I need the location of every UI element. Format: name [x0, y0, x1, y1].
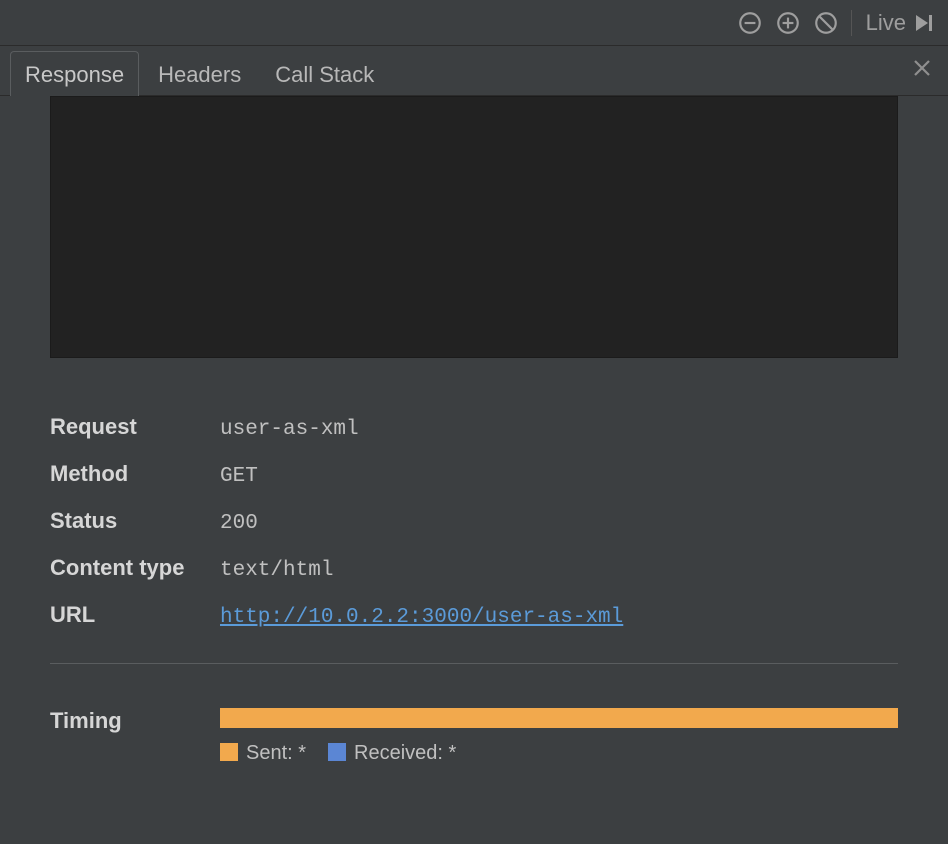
sent-swatch-icon [220, 743, 238, 761]
plus-circle-icon [775, 10, 801, 36]
skip-end-icon [912, 11, 936, 35]
remove-button[interactable] [735, 8, 765, 38]
timing-legend: Sent: * Received: * [220, 742, 898, 765]
add-button[interactable] [773, 8, 803, 38]
ban-circle-icon [813, 10, 839, 36]
status-value: 200 [220, 512, 258, 535]
timing-label: Timing [50, 708, 220, 734]
url-value: http://10.0.2.2:3000/user-as-xml [220, 606, 623, 629]
top-toolbar: Live [0, 0, 948, 46]
detail-row-request: Request user-as-xml [50, 414, 898, 441]
minus-circle-icon [737, 10, 763, 36]
received-swatch-icon [328, 743, 346, 761]
detail-row-content-type: Content type text/html [50, 555, 898, 582]
legend-received: Received: * [328, 742, 456, 765]
live-label: Live [866, 10, 906, 36]
close-icon [910, 56, 934, 80]
legend-sent-label: Sent: * [246, 742, 306, 764]
request-label: Request [50, 414, 220, 440]
tab-headers[interactable]: Headers [143, 51, 256, 96]
timing-section: Timing Sent: * Received: * [50, 708, 898, 765]
tabs: Response Headers Call Stack [10, 46, 393, 95]
request-value: user-as-xml [220, 418, 359, 441]
detail-row-url: URL http://10.0.2.2:3000/user-as-xml [50, 602, 898, 629]
url-label: URL [50, 602, 220, 628]
url-link[interactable]: http://10.0.2.2:3000/user-as-xml [220, 606, 623, 629]
detail-row-status: Status 200 [50, 508, 898, 535]
method-value: GET [220, 465, 258, 488]
tabs-row: Response Headers Call Stack [0, 46, 948, 96]
legend-received-label: Received: * [354, 742, 456, 764]
legend-sent: Sent: * [220, 742, 306, 765]
section-divider [50, 663, 898, 664]
disable-button[interactable] [811, 8, 841, 38]
tab-response[interactable]: Response [10, 51, 139, 96]
detail-row-method: Method GET [50, 461, 898, 488]
tab-callstack[interactable]: Call Stack [260, 51, 389, 96]
method-label: Method [50, 461, 220, 487]
close-panel-button[interactable] [906, 52, 938, 89]
content-type-value: text/html [220, 559, 333, 582]
timing-bar [220, 708, 898, 728]
timing-content: Sent: * Received: * [220, 708, 898, 765]
status-label: Status [50, 508, 220, 534]
panel-body: Request user-as-xml Method GET Status 20… [0, 96, 948, 795]
toolbar-divider [851, 10, 852, 36]
response-preview [50, 96, 898, 358]
live-toggle[interactable]: Live [862, 10, 938, 36]
content-type-label: Content type [50, 555, 220, 581]
